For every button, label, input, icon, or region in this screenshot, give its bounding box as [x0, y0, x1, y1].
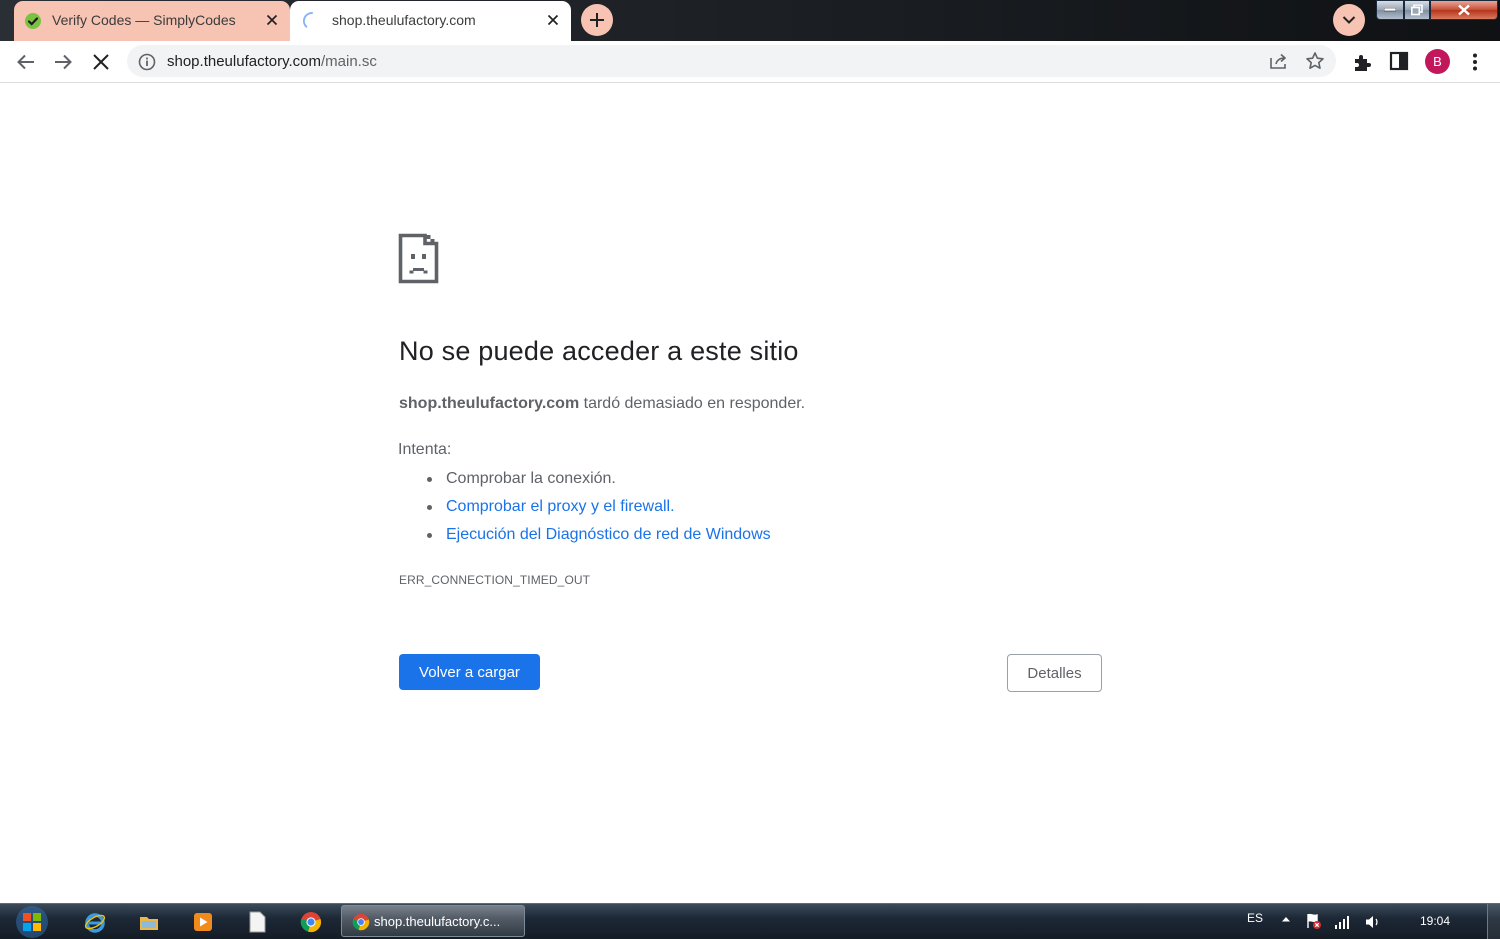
chrome-icon[interactable] [300, 911, 322, 933]
volume-icon[interactable] [1364, 913, 1382, 931]
network-diagnostics-link[interactable]: Ejecución del Diagnóstico de red de Wind… [446, 526, 771, 543]
internet-explorer-icon[interactable] [84, 911, 106, 933]
address-bar[interactable]: shop.theulufactory.com/main.sc [127, 45, 1336, 77]
extensions-puzzle-icon[interactable] [1351, 51, 1373, 73]
window-controls [1376, 0, 1500, 22]
forward-arrow-icon[interactable] [52, 51, 74, 73]
chrome-icon [352, 913, 370, 931]
error-summary-text: tardó demasiado en responder. [579, 395, 806, 412]
windows-logo-icon [16, 906, 48, 938]
reload-button[interactable]: Volver a cargar [399, 654, 540, 690]
language-indicator[interactable]: ES [1247, 911, 1263, 925]
minimize-icon [1384, 8, 1396, 12]
check-proxy-link[interactable]: Comprobar el proxy y el firewall. [446, 498, 675, 515]
url-text[interactable]: shop.theulufactory.com/main.sc [167, 53, 377, 70]
taskbar-window-label: shop.theulufactory.c... [374, 914, 501, 929]
error-summary: shop.theulufactory.com tardó demasiado e… [399, 395, 805, 413]
restore-button[interactable] [1404, 0, 1430, 20]
windows-taskbar: shop.theulufactory.c... ES 19:04 [0, 903, 1500, 939]
info-icon[interactable] [138, 53, 156, 71]
url-path: /main.sc [320, 53, 377, 70]
show-hidden-icons-icon[interactable] [1281, 915, 1291, 923]
show-desktop-button[interactable] [1487, 904, 1500, 939]
tab-verify-codes[interactable]: Verify Codes — SimplyCodes [14, 1, 290, 41]
error-code: ERR_CONNECTION_TIMED_OUT [399, 573, 591, 587]
simplycodes-check-icon [24, 12, 42, 30]
stop-loading-icon[interactable] [90, 51, 112, 73]
tab-strip: Verify Codes — SimplyCodes shop.theulufa… [0, 0, 1500, 41]
profile-avatar[interactable]: B [1425, 49, 1450, 74]
close-window-button[interactable] [1430, 0, 1498, 20]
taskbar-chrome-window[interactable]: shop.theulufactory.c... [341, 905, 525, 937]
document-icon[interactable] [248, 911, 266, 933]
start-button[interactable] [12, 905, 52, 939]
share-icon[interactable] [1268, 52, 1288, 70]
restore-icon [1411, 4, 1423, 16]
suggestion-text: Comprobar la conexión. [446, 470, 616, 487]
url-host: shop.theulufactory.com [167, 53, 321, 70]
more-menu-icon[interactable] [1464, 51, 1486, 73]
try-label: Intenta: [398, 441, 452, 458]
new-tab-button[interactable] [581, 4, 613, 36]
tab-title: shop.theulufactory.com [332, 12, 476, 28]
sad-page-icon [398, 233, 439, 284]
minimize-button[interactable] [1376, 0, 1404, 20]
tab-title: Verify Codes — SimplyCodes [52, 12, 236, 28]
media-player-icon[interactable] [192, 911, 214, 933]
tab-shop-theulufactory[interactable]: shop.theulufactory.com [290, 1, 571, 41]
suggestion-check-connection: Comprobar la conexión. [398, 467, 771, 495]
action-center-flag-icon[interactable] [1305, 912, 1323, 930]
side-panel-icon[interactable] [1389, 51, 1411, 73]
plus-icon [590, 13, 604, 27]
clock[interactable]: 19:04 [1420, 914, 1450, 928]
network-signal-icon[interactable] [1334, 914, 1352, 930]
browser-toolbar: shop.theulufactory.com/main.sc B [0, 41, 1500, 83]
file-explorer-icon[interactable] [138, 911, 160, 933]
bookmark-star-icon[interactable] [1305, 51, 1325, 71]
chevron-down-icon [1342, 16, 1356, 24]
error-heading: No se puede acceder a este sitio [399, 336, 799, 366]
suggestion-network-diagnostics: Ejecución del Diagnóstico de red de Wind… [398, 523, 771, 551]
back-arrow-icon[interactable] [15, 51, 37, 73]
error-page: No se puede acceder a este sitio shop.th… [0, 83, 1500, 903]
close-tab-icon[interactable] [266, 14, 278, 26]
close-tab-icon[interactable] [547, 14, 559, 26]
suggestions-list: Comprobar la conexión. Comprobar el prox… [398, 467, 771, 551]
suggestion-check-proxy: Comprobar el proxy y el firewall. [398, 495, 771, 523]
error-host: shop.theulufactory.com [399, 395, 580, 412]
loading-spinner-icon [302, 11, 322, 31]
tab-search-button[interactable] [1333, 4, 1365, 36]
details-button[interactable]: Detalles [1007, 654, 1102, 692]
close-icon [1458, 4, 1470, 16]
